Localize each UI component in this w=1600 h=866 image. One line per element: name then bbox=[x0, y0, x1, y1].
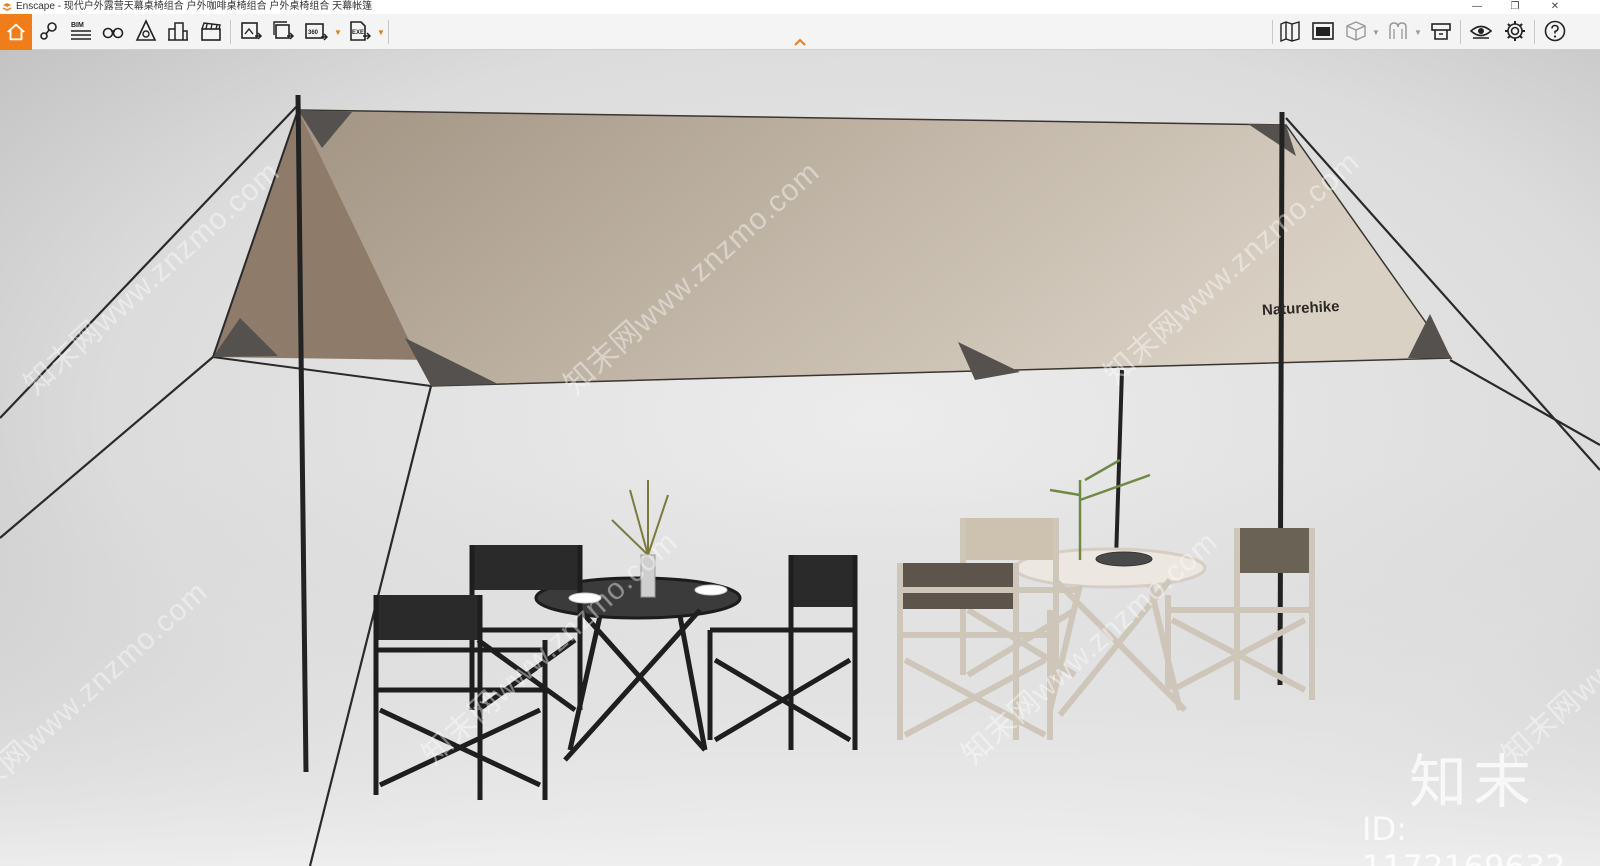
batch-render-icon bbox=[273, 21, 295, 40]
bim-button[interactable]: BIM bbox=[66, 16, 96, 46]
settings-gear-icon bbox=[1505, 21, 1525, 41]
svg-text:360: 360 bbox=[308, 30, 319, 36]
window-title: Enscape - 现代户外露营天幕桌椅组合 户外咖啡桌椅组合 户外桌椅组合 天… bbox=[16, 1, 373, 12]
buildings-icon bbox=[168, 22, 188, 41]
toolbar-separator bbox=[388, 20, 389, 44]
asset-id-label: ID: 1172169632 bbox=[1362, 810, 1566, 866]
compass-button[interactable] bbox=[131, 16, 161, 46]
help-button[interactable] bbox=[1540, 16, 1570, 46]
vr-dropdown-icon[interactable]: ▼ bbox=[1414, 28, 1422, 37]
export-dropdown-icon[interactable]: ▼ bbox=[377, 28, 385, 37]
map-button[interactable] bbox=[1275, 16, 1305, 46]
render-image-button[interactable] bbox=[236, 16, 266, 46]
settings-button[interactable] bbox=[1500, 16, 1530, 46]
clapperboard-button[interactable] bbox=[196, 16, 226, 46]
vr-button[interactable] bbox=[1383, 16, 1413, 46]
clapperboard-icon bbox=[201, 22, 221, 41]
help-icon bbox=[1544, 20, 1566, 42]
asset-library-button[interactable] bbox=[1426, 16, 1456, 46]
collapse-toolbar-chevron-icon[interactable] bbox=[792, 36, 808, 48]
compass-icon bbox=[135, 19, 157, 41]
asset-library-icon bbox=[1431, 23, 1451, 40]
svg-text:BIM: BIM bbox=[71, 22, 84, 29]
home-icon bbox=[7, 23, 25, 41]
panorama-button[interactable]: 360 bbox=[301, 16, 331, 46]
location-pin-icon bbox=[40, 22, 57, 40]
binoculars-icon bbox=[102, 27, 124, 39]
minimap-button[interactable] bbox=[1308, 16, 1338, 46]
brand-watermark: 知末 bbox=[1409, 748, 1538, 816]
title-bar: Enscape - 现代户外露营天幕桌椅组合 户外咖啡桌椅组合 户外桌椅组合 天… bbox=[0, 0, 1600, 14]
bim-icon: BIM bbox=[71, 22, 91, 40]
toolbar: BIM 360 ▼ EXE ▼ ▼ ▼ bbox=[0, 14, 1600, 50]
close-button[interactable]: ✕ bbox=[1540, 0, 1570, 14]
minimap-icon bbox=[1312, 22, 1334, 40]
toolbar-separator bbox=[1272, 20, 1273, 44]
render-viewport[interactable]: Naturehike 知末网www.znzmo.com 知末网www.znzmo… bbox=[0, 50, 1600, 866]
batch-render-button[interactable] bbox=[268, 16, 298, 46]
cube-view-button[interactable] bbox=[1341, 16, 1371, 46]
restore-button[interactable]: ❐ bbox=[1500, 0, 1530, 14]
export-exe-icon: EXE bbox=[350, 21, 371, 41]
export-exe-button[interactable]: EXE bbox=[344, 16, 374, 46]
vr-headset-icon bbox=[1389, 22, 1407, 39]
cube-dropdown-icon[interactable]: ▼ bbox=[1372, 28, 1380, 37]
toolbar-separator bbox=[1534, 20, 1535, 44]
map-icon bbox=[1280, 21, 1300, 43]
toolbar-separator bbox=[230, 20, 231, 44]
binoculars-button[interactable] bbox=[98, 16, 128, 46]
visual-settings-eye-icon bbox=[1469, 25, 1493, 39]
visual-settings-button[interactable] bbox=[1466, 16, 1496, 46]
render-image-icon bbox=[241, 22, 263, 40]
panorama-dropdown-icon[interactable]: ▼ bbox=[334, 28, 342, 37]
cube-view-icon bbox=[1346, 21, 1366, 41]
location-button[interactable] bbox=[34, 16, 64, 46]
buildings-button[interactable] bbox=[163, 16, 193, 46]
panorama-360-icon: 360 bbox=[305, 23, 328, 41]
home-button[interactable] bbox=[0, 14, 32, 50]
svg-text:EXE: EXE bbox=[352, 30, 364, 36]
toolbar-separator bbox=[1460, 20, 1461, 44]
minimize-button[interactable]: — bbox=[1462, 0, 1492, 14]
floor bbox=[0, 470, 1600, 866]
enscape-logo-icon bbox=[2, 3, 12, 11]
